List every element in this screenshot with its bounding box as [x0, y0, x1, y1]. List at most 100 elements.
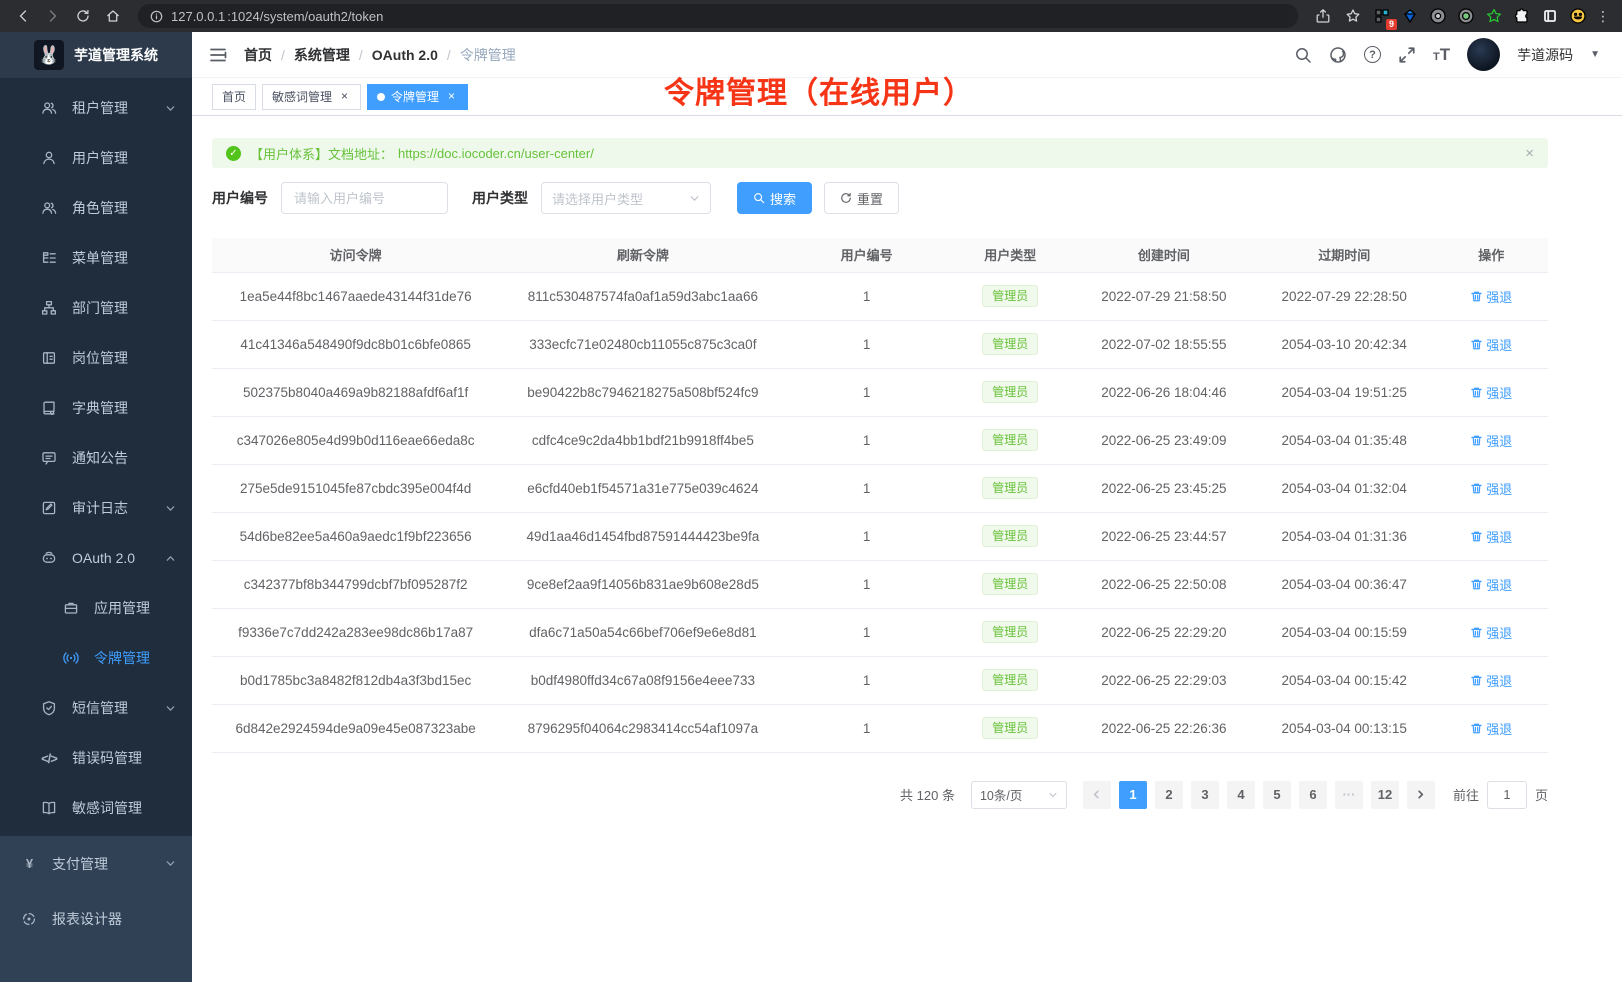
tab-令牌管理[interactable]: 令牌管理× [367, 84, 468, 110]
table-row: 1ea5e44f8bc1467aaede43144f31de76811c5304… [212, 272, 1548, 320]
force-logout-button[interactable]: 强退 [1470, 719, 1512, 738]
page-size-select[interactable]: 10条/页 [971, 781, 1067, 809]
alert-link[interactable]: https://doc.iocoder.cn/user-center/ [398, 146, 594, 161]
breadcrumb-separator: / [447, 47, 451, 63]
page-button-12[interactable]: 12 [1371, 781, 1399, 809]
sidebar-collapse-icon[interactable] [208, 45, 228, 65]
sidebar-item-审计日志[interactable]: 审计日志 [0, 483, 192, 533]
tab-close-icon[interactable]: × [445, 90, 458, 103]
next-page-button[interactable] [1407, 781, 1435, 809]
user-id-cell: 1 [786, 704, 946, 752]
user-type-select[interactable]: 请选择用户类型 [541, 182, 711, 214]
goto-suffix: 页 [1535, 785, 1548, 804]
tab-首页[interactable]: 首页 [212, 84, 256, 110]
sidebar-item-支付管理[interactable]: ¥支付管理 [0, 836, 192, 891]
chevron-down-icon[interactable]: ▼ [1590, 49, 1600, 60]
expire-time-cell: 2054-03-04 00:15:42 [1254, 656, 1434, 704]
bookmark-star-icon[interactable] [1340, 3, 1366, 29]
browser-back-icon[interactable] [10, 3, 36, 29]
help-icon[interactable]: ? [1364, 46, 1381, 63]
sidebar-item-通知公告[interactable]: 通知公告 [0, 433, 192, 483]
fullscreen-icon[interactable] [1398, 46, 1416, 64]
browser-home-icon[interactable] [100, 3, 126, 29]
extension-star-icon[interactable] [1482, 4, 1506, 28]
page-ellipsis: ··· [1335, 781, 1363, 809]
sidebar-item-敏感词管理[interactable]: 敏感词管理 [0, 783, 192, 833]
sidebar-item-菜单管理[interactable]: 菜单管理 [0, 233, 192, 283]
sidebar-item-错误码管理[interactable]: </>错误码管理 [0, 733, 192, 783]
avatar[interactable] [1467, 38, 1500, 71]
force-logout-button[interactable]: 强退 [1470, 527, 1512, 546]
sidebar-item-报表设计器[interactable]: 报表设计器 [0, 891, 192, 946]
user-type-tag: 管理员 [982, 429, 1038, 451]
extension-grid-icon[interactable]: 9 [1370, 4, 1394, 28]
extension-command-icon[interactable] [1426, 4, 1450, 28]
force-logout-button[interactable]: 强退 [1470, 383, 1512, 402]
page-button-1[interactable]: 1 [1119, 781, 1147, 809]
sidebar-item-岗位管理[interactable]: 岗位管理 [0, 333, 192, 383]
reset-button[interactable]: 重置 [824, 182, 899, 214]
access-token-cell: 502375b8040a469a9b82188afdf6af1f [212, 368, 499, 416]
refresh-token-cell: 9ce8ef2aa9f14056b831ae9b608e28d5 [499, 560, 786, 608]
goto-page-input[interactable] [1487, 781, 1527, 809]
tab-switcher-icon[interactable] [1538, 4, 1562, 28]
force-logout-button[interactable]: 强退 [1470, 623, 1512, 642]
share-icon[interactable] [1310, 3, 1336, 29]
github-icon[interactable] [1329, 46, 1347, 64]
sidebar-item-字典管理[interactable]: 字典管理 [0, 383, 192, 433]
emoji-extension-icon[interactable] [1566, 4, 1590, 28]
extensions-puzzle-icon[interactable] [1510, 4, 1534, 28]
sidebar-item-应用管理[interactable]: 应用管理 [0, 583, 192, 633]
tab-close-icon[interactable]: × [338, 90, 351, 103]
action-cell: 强退 [1434, 656, 1548, 704]
sidebar-item-label: 令牌管理 [94, 648, 150, 668]
created-time-cell: 2022-06-25 22:29:03 [1074, 656, 1254, 704]
breadcrumb-item[interactable]: 首页 [244, 45, 272, 65]
sidebar-item-部门管理[interactable]: 部门管理 [0, 283, 192, 333]
sidebar-item-角色管理[interactable]: 角色管理 [0, 183, 192, 233]
action-cell: 强退 [1434, 704, 1548, 752]
force-logout-button[interactable]: 强退 [1470, 335, 1512, 354]
signal-icon [62, 650, 80, 666]
log-icon [40, 500, 58, 516]
sidebar-item-label: 敏感词管理 [72, 798, 142, 818]
sidebar-item-租户管理[interactable]: 租户管理 [0, 83, 192, 133]
sidebar-item-短信管理[interactable]: 短信管理 [0, 683, 192, 733]
action-cell: 强退 [1434, 320, 1548, 368]
tab-敏感词管理[interactable]: 敏感词管理× [262, 84, 361, 110]
browser-reload-icon[interactable] [70, 3, 96, 29]
search-icon [753, 192, 765, 204]
browser-menu-icon[interactable]: ⋮ [1594, 8, 1612, 25]
breadcrumb-item[interactable]: OAuth 2.0 [372, 47, 438, 63]
sidebar-item-用户管理[interactable]: 用户管理 [0, 133, 192, 183]
force-logout-button[interactable]: 强退 [1470, 671, 1512, 690]
page-button-4[interactable]: 4 [1227, 781, 1255, 809]
username[interactable]: 芋道源码 [1517, 45, 1573, 65]
page-button-2[interactable]: 2 [1155, 781, 1183, 809]
expire-time-cell: 2022-07-29 22:28:50 [1254, 272, 1434, 320]
app-logo: 🐰 [34, 40, 64, 70]
app-logo-row[interactable]: 🐰 芋道管理系统 [0, 32, 192, 78]
user-id-input[interactable] [281, 182, 448, 214]
search-button[interactable]: 搜索 [737, 182, 812, 214]
prev-page-button[interactable] [1083, 781, 1111, 809]
browser-forward-icon[interactable] [40, 3, 66, 29]
alert-close-icon[interactable]: × [1525, 145, 1534, 162]
page-button-6[interactable]: 6 [1299, 781, 1327, 809]
token-table: 访问令牌刷新令牌用户编号用户类型创建时间过期时间操作 1ea5e44f8bc14… [212, 238, 1548, 753]
force-logout-button[interactable]: 强退 [1470, 479, 1512, 498]
font-size-icon[interactable]: TT [1433, 46, 1450, 63]
breadcrumb-item[interactable]: 系统管理 [294, 45, 350, 65]
sidebar-item-OAuth 2.0[interactable]: OAuth 2.0 [0, 533, 192, 583]
page-button-3[interactable]: 3 [1191, 781, 1219, 809]
force-logout-button[interactable]: 强退 [1470, 287, 1512, 306]
extension-record-icon[interactable] [1454, 4, 1478, 28]
force-logout-button[interactable]: 强退 [1470, 575, 1512, 594]
page-button-5[interactable]: 5 [1263, 781, 1291, 809]
refresh-token-cell: b0df4980ffd34c67a08f9156e4eee733 [499, 656, 786, 704]
force-logout-button[interactable]: 强退 [1470, 431, 1512, 450]
sidebar-item-令牌管理[interactable]: 令牌管理 [0, 633, 192, 683]
address-bar[interactable]: 127.0.0.1:1024/system/oauth2/token [138, 4, 1298, 28]
search-icon[interactable] [1294, 46, 1312, 64]
extension-gem-icon[interactable] [1398, 4, 1422, 28]
